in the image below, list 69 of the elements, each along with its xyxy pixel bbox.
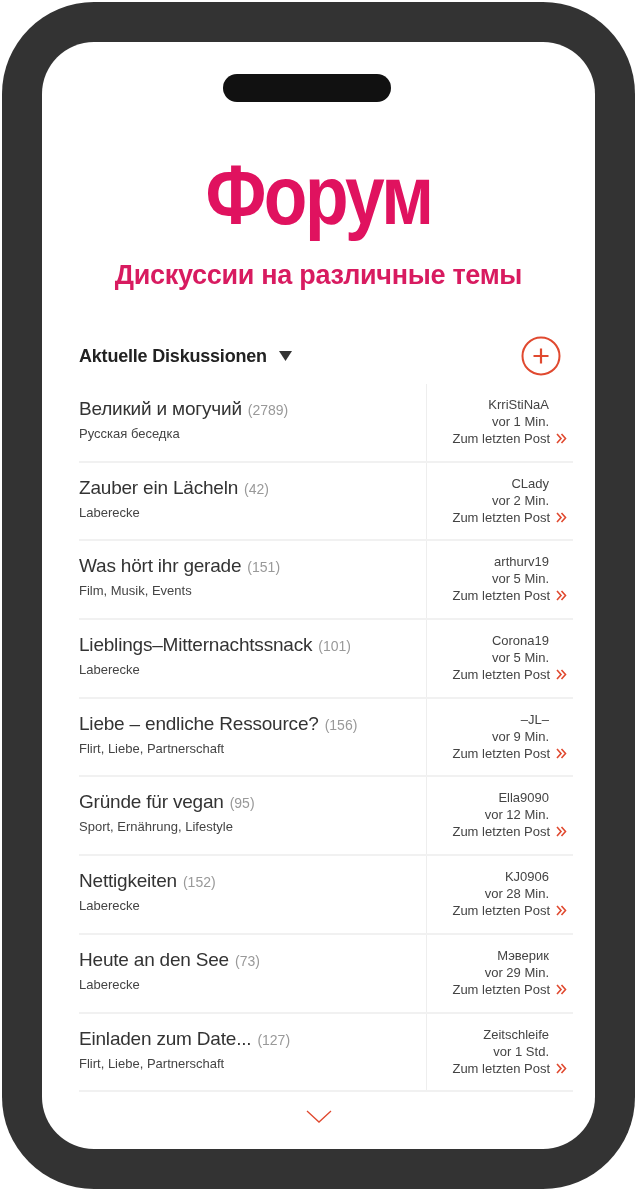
double-chevron-icon[interactable] bbox=[556, 1062, 567, 1074]
username: KJ0906 bbox=[504, 868, 549, 886]
last-post-link[interactable]: Zum letzten Post bbox=[452, 980, 550, 998]
post-count: (152) bbox=[182, 874, 216, 891]
thread-category: Laberecke bbox=[79, 662, 141, 678]
post-count: (127) bbox=[257, 1031, 291, 1048]
thread-title[interactable]: Liebe – endliche Ressource? bbox=[79, 711, 319, 736]
post-time: vor 29 Min. bbox=[484, 963, 549, 981]
double-chevron-icon[interactable] bbox=[556, 826, 567, 838]
post-count: (95) bbox=[229, 795, 255, 812]
post-time: vor 1 Min. bbox=[491, 413, 549, 430]
post-time: vor 5 Min. bbox=[491, 649, 549, 667]
last-post-link[interactable]: Zum letzten Post bbox=[452, 666, 550, 684]
last-post-link[interactable]: Zum letzten Post bbox=[452, 508, 550, 526]
thread-category: Laberecke bbox=[79, 504, 141, 520]
thread-title[interactable]: Was hört ihr gerade bbox=[79, 554, 242, 579]
username: arthurv19 bbox=[494, 553, 549, 571]
username: KrriStiNaA bbox=[488, 396, 549, 413]
username: Мэверик bbox=[497, 946, 549, 964]
thread-title[interactable]: Heute an den See bbox=[79, 947, 229, 972]
thread-title[interactable]: Великий и могучий bbox=[79, 397, 242, 421]
username: Zeitschleife bbox=[483, 1025, 549, 1043]
thread-title[interactable]: Gründe für vegan bbox=[79, 790, 224, 815]
double-chevron-icon[interactable] bbox=[556, 511, 567, 523]
last-post-link[interactable]: Zum letzten Post bbox=[452, 1059, 550, 1077]
last-post-link[interactable]: Zum letzten Post bbox=[452, 823, 550, 841]
post-count: (2789) bbox=[247, 402, 289, 418]
last-post-link[interactable]: Zum letzten Post bbox=[452, 430, 550, 447]
double-chevron-icon[interactable] bbox=[556, 905, 567, 917]
chevron-down-icon[interactable] bbox=[305, 1110, 332, 1125]
username: CLady bbox=[511, 474, 549, 492]
thread-category: Flirt, Liebe, Partnerschaft bbox=[79, 740, 226, 756]
thread-title[interactable]: Nettigkeiten bbox=[79, 869, 177, 894]
double-chevron-icon[interactable] bbox=[556, 983, 567, 995]
last-post-link[interactable]: Zum letzten Post bbox=[452, 587, 550, 605]
post-time: vor 28 Min. bbox=[484, 885, 549, 903]
section-title: Aktuelle Diskussionen bbox=[79, 345, 267, 367]
double-chevron-icon[interactable] bbox=[556, 590, 567, 602]
post-time: vor 9 Min. bbox=[491, 727, 549, 745]
thread-title[interactable]: Zauber ein Lächeln bbox=[79, 475, 239, 500]
last-post-link[interactable]: Zum letzten Post bbox=[452, 902, 550, 920]
thread-category: Film, Musik, Events bbox=[79, 583, 193, 599]
post-time: vor 12 Min. bbox=[484, 806, 549, 824]
post-count: (156) bbox=[324, 716, 358, 733]
dropdown-icon[interactable] bbox=[278, 351, 292, 361]
double-chevron-icon[interactable] bbox=[556, 433, 567, 444]
thread-category: Русская беседка bbox=[79, 426, 181, 441]
username: –JL– bbox=[520, 710, 549, 728]
post-count: (101) bbox=[318, 638, 351, 655]
thread-category: Sport, Ernährung, Lifestyle bbox=[79, 819, 234, 835]
page-title: Форум bbox=[204, 150, 433, 240]
double-chevron-icon[interactable] bbox=[556, 669, 567, 681]
username: Corona19 bbox=[491, 632, 549, 650]
thread-category: Flirt, Liebe, Partnerschaft bbox=[79, 1055, 226, 1071]
post-count: (73) bbox=[235, 952, 260, 969]
post-count: (151) bbox=[247, 559, 281, 576]
last-post-link[interactable]: Zum letzten Post bbox=[452, 744, 550, 762]
post-time: vor 1 Std. bbox=[493, 1042, 549, 1060]
double-chevron-icon[interactable] bbox=[556, 747, 567, 759]
thread-category: Laberecke bbox=[79, 898, 141, 914]
thread-title[interactable]: Lieblings–Mitternachtssnack bbox=[79, 633, 313, 658]
thread-category: Laberecke bbox=[79, 976, 141, 992]
username: Ella9090 bbox=[498, 789, 549, 807]
add-button[interactable] bbox=[521, 336, 561, 376]
thread-title[interactable]: Einladen zum Date... bbox=[79, 1026, 252, 1051]
post-count: (42) bbox=[244, 480, 269, 497]
post-time: vor 2 Min. bbox=[491, 491, 549, 509]
page-subtitle: Дискуссии на различные темы bbox=[113, 260, 524, 291]
post-time: vor 5 Min. bbox=[491, 570, 549, 588]
